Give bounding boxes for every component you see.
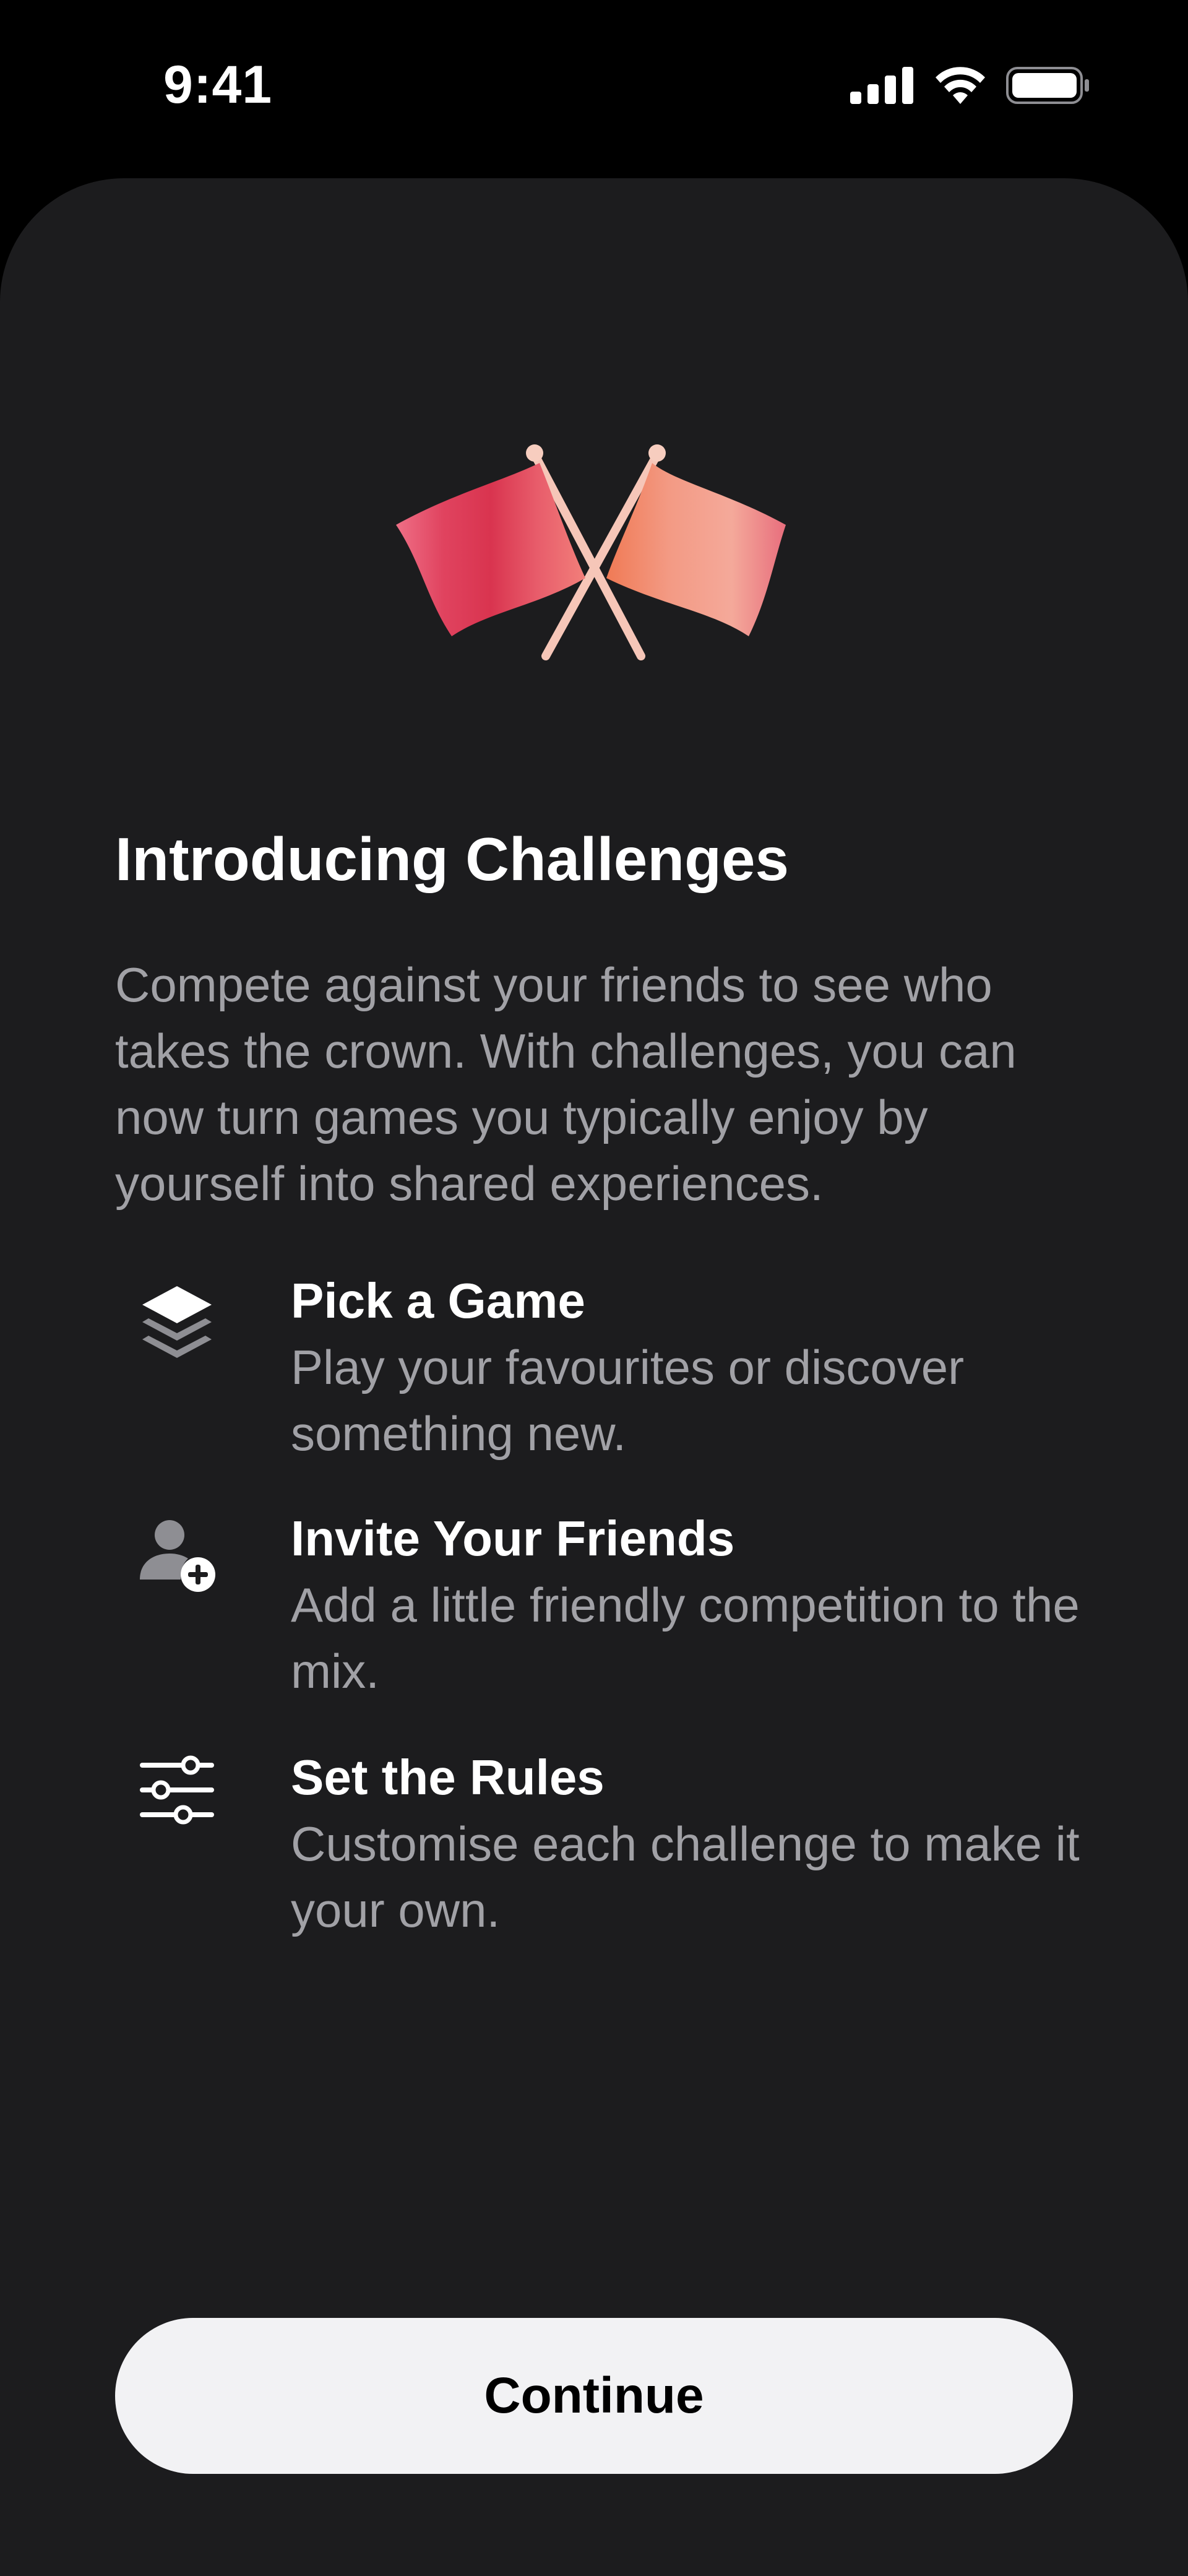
feature-body: Customise each challenge to make it your…	[291, 1817, 1080, 1937]
layers-icon	[142, 1286, 212, 1358]
add-person-icon	[140, 1520, 215, 1592]
feature-text: Pick a Game Play your favourites or disc…	[291, 1268, 1108, 1467]
feature-text: Invite Your Friends Add a little friendl…	[291, 1505, 1108, 1705]
feature-title: Invite Your Friends	[291, 1511, 735, 1566]
feature-body: Play your favourites or discover somethi…	[291, 1340, 965, 1461]
page-title: Introducing Challenges	[115, 825, 789, 893]
feature-text: Set the Rules Customise each challenge t…	[291, 1744, 1108, 1943]
battery-icon	[1006, 67, 1089, 104]
sliders-icon	[140, 1755, 214, 1825]
wifi-icon	[936, 67, 985, 104]
continue-button[interactable]: Continue	[115, 2318, 1073, 2474]
feature-title: Pick a Game	[291, 1273, 585, 1328]
intro-description: Compete against your friends to see who …	[115, 957, 1017, 1211]
status-time: 9:41	[163, 55, 273, 115]
feature-title: Set the Rules	[291, 1750, 605, 1805]
signal-icon	[850, 67, 913, 104]
crossed-flags-icon	[396, 444, 786, 660]
challenges-intro-sheet: Introducing Challenges Compete against y…	[0, 178, 1188, 2576]
feature-body: Add a little friendly competition to the…	[291, 1578, 1080, 1698]
status-bar: 9:41	[0, 0, 1188, 176]
